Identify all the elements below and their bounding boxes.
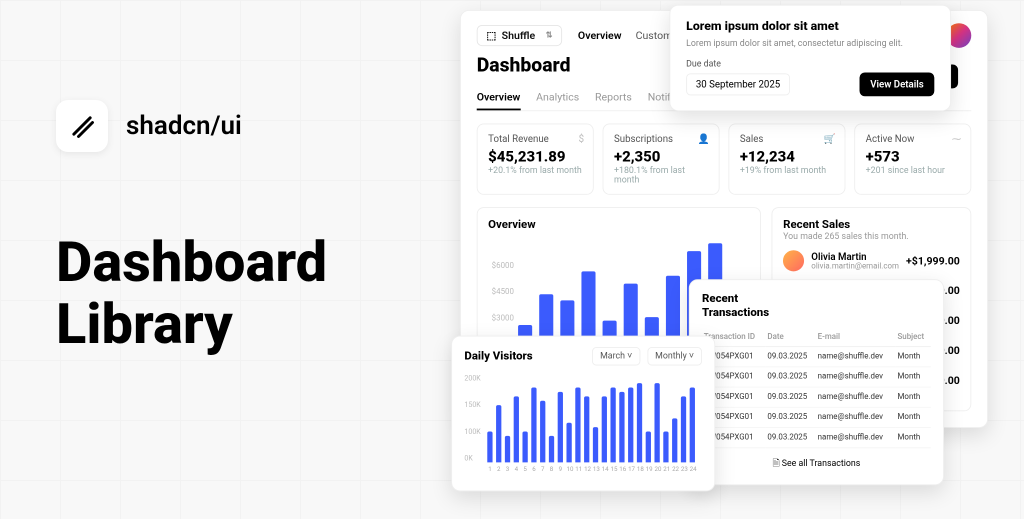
daily-bar <box>505 436 510 462</box>
transactions-title: RecentTransactions <box>702 292 931 319</box>
app-switcher[interactable]: ⬚ Shuffle ⇅ <box>477 25 562 46</box>
daily-bar <box>681 396 686 462</box>
daily-visitors-card: Daily Visitors March ˅ Monthly ˅ 200K150… <box>451 336 715 492</box>
daily-bar <box>593 427 598 462</box>
hero-title: Dashboard Library <box>56 232 327 355</box>
daily-bar <box>672 418 677 462</box>
daily-bar <box>690 388 695 463</box>
sale-avatar <box>783 250 804 271</box>
daily-bar <box>654 383 659 462</box>
daily-bar <box>637 383 642 462</box>
stat-card-2: Sales 🛒 +12,234 +19% from last month <box>728 124 845 195</box>
stat-card-1: Subscriptions 👤 +2,350 +180.1% from last… <box>603 124 720 195</box>
daily-bar <box>496 405 501 462</box>
daily-bar <box>575 388 580 463</box>
chevron-updown-icon: ⇅ <box>546 31 553 40</box>
daily-bar <box>602 396 607 462</box>
tab-overview[interactable]: Overview <box>477 86 521 111</box>
transaction-row[interactable]: QW054PXG0109.03.2025name@shuffle.devMont… <box>702 347 931 367</box>
stat-icon: ⁓ <box>952 133 962 144</box>
daily-bar <box>522 432 527 463</box>
daily-bar <box>558 392 563 462</box>
nav-overview[interactable]: Overview <box>578 29 622 41</box>
daily-bar <box>540 401 545 463</box>
tab-analytics[interactable]: Analytics <box>536 86 579 111</box>
popup-desc: Lorem ipsum dolor sit amet, consectetur … <box>686 39 934 49</box>
month-select[interactable]: March ˅ <box>592 347 640 365</box>
tab-reports[interactable]: Reports <box>595 86 632 111</box>
stat-icon: 🛒 <box>824 133 836 144</box>
stat-icon: 👤 <box>698 133 710 144</box>
see-all-transactions[interactable]: 🗎 See all Transactions <box>702 448 931 472</box>
stat-card-3: Active Now ⁓ +573 +201 since last hour <box>854 124 971 195</box>
brand-name: shadcn/ui <box>126 111 242 141</box>
period-select[interactable]: Monthly ˅ <box>647 347 702 365</box>
shadcn-logo <box>56 100 108 152</box>
recent-sales-title: Recent Sales <box>783 219 960 232</box>
daily-bar <box>514 396 519 462</box>
overview-title: Overview <box>488 219 750 232</box>
view-details-button[interactable]: View Details <box>860 72 935 96</box>
transaction-row[interactable]: QW054PXG0109.03.2025name@shuffle.devMont… <box>702 387 931 407</box>
stat-icon: $ <box>579 133 584 144</box>
transaction-row[interactable]: QW054PXG0109.03.2025name@shuffle.devMont… <box>702 407 931 427</box>
recent-transactions-card: RecentTransactions Transaction IDDateE-m… <box>689 279 944 485</box>
transaction-row[interactable]: QW054PXG0109.03.2025name@shuffle.devMont… <box>702 428 931 448</box>
daily-bar <box>584 396 589 462</box>
due-date-value[interactable]: 30 September 2025 <box>686 73 790 95</box>
sale-row[interactable]: Olivia Martinolivia.martin@email.com +$1… <box>783 250 960 271</box>
daily-bar <box>531 388 536 463</box>
daily-bar <box>549 436 554 462</box>
detail-popup: Lorem ipsum dolor sit amet Lorem ipsum d… <box>669 5 951 111</box>
daily-bar <box>610 388 615 463</box>
shuffle-icon: ⬚ <box>486 29 496 41</box>
daily-bar <box>663 432 668 463</box>
daily-bar <box>566 423 571 463</box>
stat-card-0: Total Revenue $ $45,231.89 +20.1% from l… <box>477 124 594 195</box>
daily-bar <box>619 392 624 462</box>
due-date-label: Due date <box>686 59 934 69</box>
daily-bar <box>646 432 651 463</box>
daily-bar <box>628 388 633 463</box>
transaction-row[interactable]: QW054PXG0109.03.2025name@shuffle.devMont… <box>702 367 931 387</box>
recent-sales-subtitle: You made 265 sales this month. <box>783 232 960 242</box>
daily-title: Daily Visitors <box>464 350 585 363</box>
popup-title: Lorem ipsum dolor sit amet <box>686 20 934 34</box>
daily-bar <box>487 432 492 463</box>
